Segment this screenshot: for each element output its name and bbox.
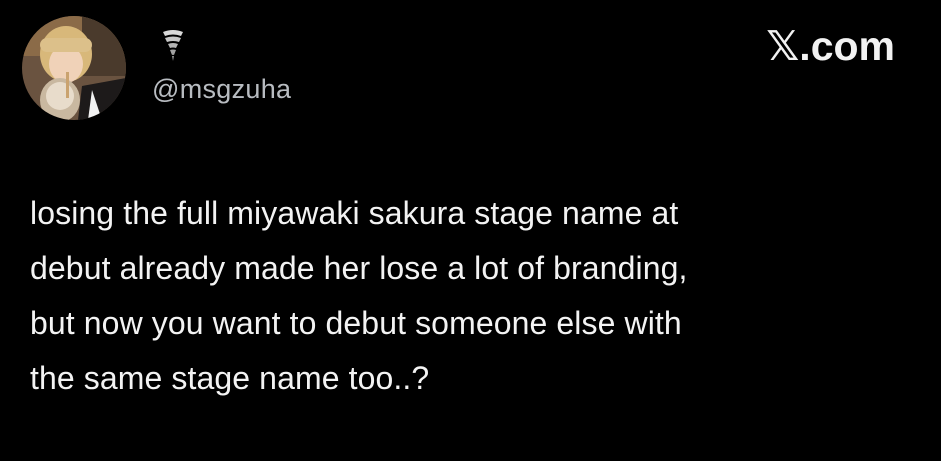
display-name-emoji bbox=[162, 28, 184, 62]
tweet-line: but now you want to debut someone else w… bbox=[30, 305, 682, 341]
x-com-logo: 𝕏.com bbox=[766, 23, 895, 69]
tweet-line: debut already made her lose a lot of bra… bbox=[30, 250, 688, 286]
avatar-image bbox=[22, 16, 126, 120]
avatar[interactable] bbox=[22, 16, 126, 120]
tweet-line: the same stage name too..? bbox=[30, 360, 430, 396]
tweet-text: losing the full miyawaki sakura stage na… bbox=[30, 186, 910, 406]
tornado-emoji-icon bbox=[163, 30, 183, 61]
tweet-line: losing the full miyawaki sakura stage na… bbox=[30, 195, 679, 231]
user-handle[interactable]: @msgzuha bbox=[152, 72, 291, 106]
